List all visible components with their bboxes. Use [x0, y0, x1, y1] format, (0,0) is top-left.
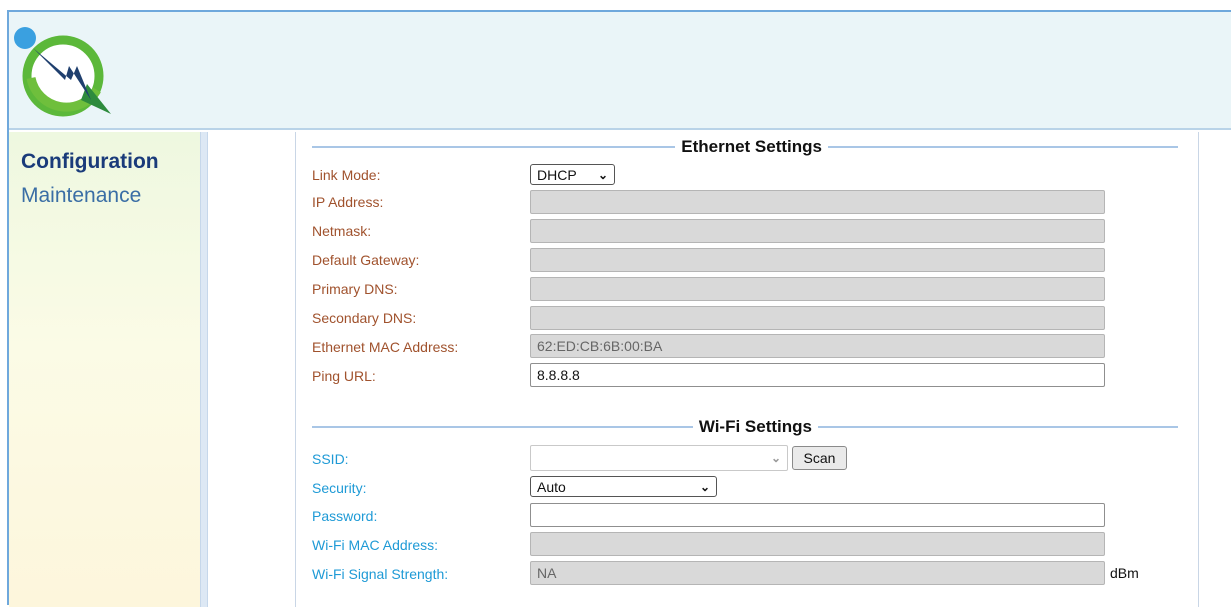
link-mode-label: Link Mode: [312, 167, 381, 183]
signal-unit: dBm [1110, 565, 1139, 581]
signal-strength-field: NA [530, 561, 1105, 585]
nav-maintenance[interactable]: Maintenance [21, 184, 141, 208]
secondary-dns-label: Secondary DNS: [312, 310, 417, 326]
netmask-field[interactable] [530, 219, 1105, 243]
chevron-down-icon: ⌄ [699, 479, 710, 494]
wifi-mac-label: Wi-Fi MAC Address: [312, 537, 439, 553]
chevron-down-icon: ⌄ [597, 167, 608, 182]
wifi-section-title: Wi-Fi Settings [312, 417, 1178, 437]
ping-url-label: Ping URL: [312, 368, 376, 384]
primary-dns-label: Primary DNS: [312, 281, 398, 297]
wifi-title: Wi-Fi Settings [698, 417, 812, 436]
security-value: Auto [537, 478, 566, 495]
ip-address-label: IP Address: [312, 194, 384, 210]
ethernet-mac-label: Ethernet MAC Address: [312, 339, 459, 355]
ping-url-input[interactable]: 8.8.8.8 [530, 363, 1105, 387]
ethernet-section-title: Ethernet Settings [312, 137, 1178, 157]
wifi-mac-field [530, 532, 1105, 556]
password-label: Password: [312, 508, 378, 524]
sidebar-divider [200, 132, 208, 607]
ip-address-field[interactable] [530, 190, 1105, 214]
password-input[interactable] [530, 503, 1105, 527]
security-label: Security: [312, 480, 367, 496]
scan-button[interactable]: Scan [792, 446, 847, 470]
gateway-label: Default Gateway: [312, 252, 420, 268]
ethernet-mac-field: 62:ED:CB:6B:00:BA [530, 334, 1105, 358]
ssid-select[interactable]: ⌄ [530, 445, 788, 471]
ethernet-title: Ethernet Settings [681, 137, 822, 156]
signal-strength-label: Wi-Fi Signal Strength: [312, 566, 449, 582]
netmask-label: Netmask: [312, 223, 372, 239]
primary-dns-field[interactable] [530, 277, 1105, 301]
company-logo [14, 27, 111, 117]
chevron-down-icon: ⌄ [770, 451, 781, 465]
link-mode-select[interactable]: DHCP ⌄ [530, 164, 615, 185]
secondary-dns-field[interactable] [530, 306, 1105, 330]
nav-configuration[interactable]: Configuration [21, 150, 159, 174]
ssid-label: SSID: [312, 451, 349, 467]
link-mode-value: DHCP [537, 166, 577, 183]
header [9, 12, 1231, 130]
security-select[interactable]: Auto ⌄ [530, 476, 717, 497]
gateway-field[interactable] [530, 248, 1105, 272]
